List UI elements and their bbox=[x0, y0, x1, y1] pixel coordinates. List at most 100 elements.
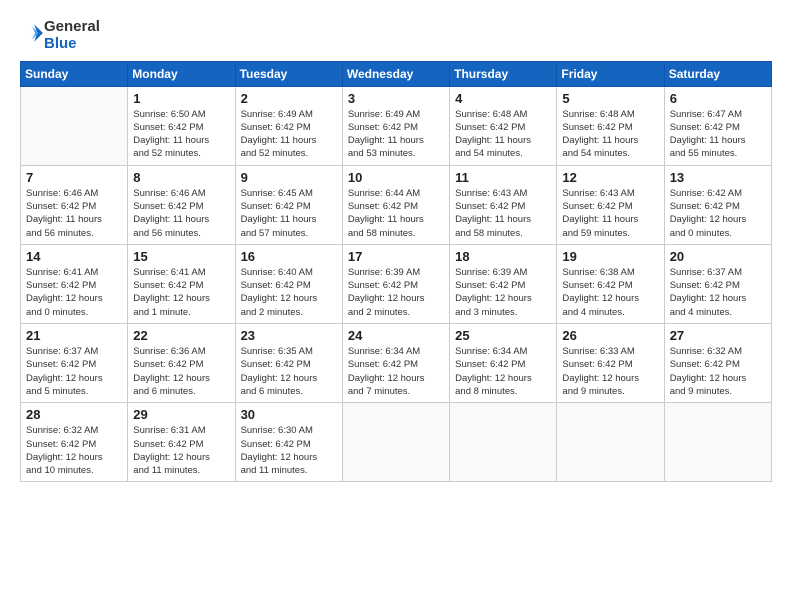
day-number: 3 bbox=[348, 91, 444, 106]
calendar-cell: 7 Sunrise: 6:46 AM Sunset: 6:42 PM Daylig… bbox=[21, 165, 128, 244]
calendar-cell: 11Sunrise: 6:43 AM Sunset: 6:42 PM Dayli… bbox=[450, 165, 557, 244]
day-number: 14 bbox=[26, 249, 122, 264]
calendar-cell: 4 Sunrise: 6:48 AM Sunset: 6:42 PM Daylig… bbox=[450, 86, 557, 165]
day-info: Sunrise: 6:30 AM Sunset: 6:42 PM Dayligh… bbox=[241, 424, 337, 477]
day-number: 19 bbox=[562, 249, 658, 264]
calendar-header-tuesday: Tuesday bbox=[235, 61, 342, 86]
day-number: 15 bbox=[133, 249, 229, 264]
day-number: 26 bbox=[562, 328, 658, 343]
day-info: Sunrise: 6:47 AM Sunset: 6:42 PM Dayligh… bbox=[670, 108, 766, 161]
day-number: 25 bbox=[455, 328, 551, 343]
day-info: Sunrise: 6:38 AM Sunset: 6:42 PM Dayligh… bbox=[562, 266, 658, 319]
day-info: Sunrise: 6:41 AM Sunset: 6:42 PM Dayligh… bbox=[133, 266, 229, 319]
calendar-header-saturday: Saturday bbox=[664, 61, 771, 86]
day-info: Sunrise: 6:37 AM Sunset: 6:42 PM Dayligh… bbox=[670, 266, 766, 319]
calendar-cell: 16 Sunrise: 6:40 AM Sunset: 6:42 PM Dayli… bbox=[235, 244, 342, 323]
day-number: 18 bbox=[455, 249, 551, 264]
day-info: Sunrise: 6:33 AM Sunset: 6:42 PM Dayligh… bbox=[562, 345, 658, 398]
day-number: 5 bbox=[562, 91, 658, 106]
calendar-cell: 10 Sunrise: 6:44 AM Sunset: 6:42 PM Dayli… bbox=[342, 165, 449, 244]
calendar-cell: 24 Sunrise: 6:34 AM Sunset: 6:42 PM Dayli… bbox=[342, 324, 449, 403]
calendar-cell: 17 Sunrise: 6:39 AM Sunset: 6:42 PM Dayli… bbox=[342, 244, 449, 323]
calendar-week-3: 14 Sunrise: 6:41 AM Sunset: 6:42 PM Dayli… bbox=[21, 244, 772, 323]
day-info: Sunrise: 6:50 AM Sunset: 6:42 PM Dayligh… bbox=[133, 108, 229, 161]
day-info: Sunrise: 6:46 AM Sunset: 6:42 PM Dayligh… bbox=[133, 187, 229, 240]
header: General Blue bbox=[20, 18, 772, 53]
day-number: 6 bbox=[670, 91, 766, 106]
day-number: 20 bbox=[670, 249, 766, 264]
calendar-cell: 23 Sunrise: 6:35 AM Sunset: 6:42 PM Dayli… bbox=[235, 324, 342, 403]
day-number: 23 bbox=[241, 328, 337, 343]
calendar-cell: 30 Sunrise: 6:30 AM Sunset: 6:42 PM Dayli… bbox=[235, 403, 342, 482]
calendar-week-5: 28 Sunrise: 6:32 AM Sunset: 6:42 PM Dayli… bbox=[21, 403, 772, 482]
calendar-cell: 14 Sunrise: 6:41 AM Sunset: 6:42 PM Dayli… bbox=[21, 244, 128, 323]
calendar-cell: 19 Sunrise: 6:38 AM Sunset: 6:42 PM Dayli… bbox=[557, 244, 664, 323]
day-number: 2 bbox=[241, 91, 337, 106]
day-number: 7 bbox=[26, 170, 122, 185]
page: General Blue SundayMondayTuesdayWednesda… bbox=[0, 0, 792, 612]
day-info: Sunrise: 6:48 AM Sunset: 6:42 PM Dayligh… bbox=[455, 108, 551, 161]
calendar-cell: 6 Sunrise: 6:47 AM Sunset: 6:42 PM Daylig… bbox=[664, 86, 771, 165]
day-number: 30 bbox=[241, 407, 337, 422]
calendar-header-wednesday: Wednesday bbox=[342, 61, 449, 86]
calendar-cell: 1Sunrise: 6:50 AM Sunset: 6:42 PM Daylig… bbox=[128, 86, 235, 165]
day-number: 13 bbox=[670, 170, 766, 185]
calendar-cell bbox=[450, 403, 557, 482]
calendar-header-sunday: Sunday bbox=[21, 61, 128, 86]
day-info: Sunrise: 6:46 AM Sunset: 6:42 PM Dayligh… bbox=[26, 187, 122, 240]
day-number: 12 bbox=[562, 170, 658, 185]
day-info: Sunrise: 6:44 AM Sunset: 6:42 PM Dayligh… bbox=[348, 187, 444, 240]
day-number: 28 bbox=[26, 407, 122, 422]
calendar-cell bbox=[342, 403, 449, 482]
calendar-cell: 8 Sunrise: 6:46 AM Sunset: 6:42 PM Daylig… bbox=[128, 165, 235, 244]
day-number: 24 bbox=[348, 328, 444, 343]
day-info: Sunrise: 6:41 AM Sunset: 6:42 PM Dayligh… bbox=[26, 266, 122, 319]
day-number: 4 bbox=[455, 91, 551, 106]
logo-line2: Blue bbox=[44, 35, 100, 52]
day-number: 8 bbox=[133, 170, 229, 185]
day-number: 11 bbox=[455, 170, 551, 185]
calendar-week-1: 1Sunrise: 6:50 AM Sunset: 6:42 PM Daylig… bbox=[21, 86, 772, 165]
calendar-cell: 20 Sunrise: 6:37 AM Sunset: 6:42 PM Dayli… bbox=[664, 244, 771, 323]
calendar-cell bbox=[664, 403, 771, 482]
calendar-header-row: SundayMondayTuesdayWednesdayThursdayFrid… bbox=[21, 61, 772, 86]
day-info: Sunrise: 6:43 AM Sunset: 6:42 PM Dayligh… bbox=[562, 187, 658, 240]
day-number: 10 bbox=[348, 170, 444, 185]
calendar-week-2: 7 Sunrise: 6:46 AM Sunset: 6:42 PM Daylig… bbox=[21, 165, 772, 244]
day-info: Sunrise: 6:35 AM Sunset: 6:42 PM Dayligh… bbox=[241, 345, 337, 398]
calendar-cell bbox=[557, 403, 664, 482]
logo-line1: General bbox=[44, 18, 100, 35]
day-number: 17 bbox=[348, 249, 444, 264]
day-number: 22 bbox=[133, 328, 229, 343]
logo: General Blue bbox=[20, 18, 100, 53]
day-info: Sunrise: 6:48 AM Sunset: 6:42 PM Dayligh… bbox=[562, 108, 658, 161]
calendar-header-friday: Friday bbox=[557, 61, 664, 86]
day-info: Sunrise: 6:45 AM Sunset: 6:42 PM Dayligh… bbox=[241, 187, 337, 240]
calendar-cell: 18Sunrise: 6:39 AM Sunset: 6:42 PM Dayli… bbox=[450, 244, 557, 323]
calendar-cell: 9 Sunrise: 6:45 AM Sunset: 6:42 PM Daylig… bbox=[235, 165, 342, 244]
day-number: 29 bbox=[133, 407, 229, 422]
day-info: Sunrise: 6:39 AM Sunset: 6:42 PM Dayligh… bbox=[348, 266, 444, 319]
day-info: Sunrise: 6:31 AM Sunset: 6:42 PM Dayligh… bbox=[133, 424, 229, 477]
calendar-cell: 21Sunrise: 6:37 AM Sunset: 6:42 PM Dayli… bbox=[21, 324, 128, 403]
day-info: Sunrise: 6:32 AM Sunset: 6:42 PM Dayligh… bbox=[26, 424, 122, 477]
calendar-cell bbox=[21, 86, 128, 165]
calendar-cell: 29 Sunrise: 6:31 AM Sunset: 6:42 PM Dayli… bbox=[128, 403, 235, 482]
day-info: Sunrise: 6:40 AM Sunset: 6:42 PM Dayligh… bbox=[241, 266, 337, 319]
day-info: Sunrise: 6:42 AM Sunset: 6:42 PM Dayligh… bbox=[670, 187, 766, 240]
calendar-cell: 25Sunrise: 6:34 AM Sunset: 6:42 PM Dayli… bbox=[450, 324, 557, 403]
day-number: 9 bbox=[241, 170, 337, 185]
calendar-cell: 27Sunrise: 6:32 AM Sunset: 6:42 PM Dayli… bbox=[664, 324, 771, 403]
calendar-cell: 13 Sunrise: 6:42 AM Sunset: 6:42 PM Dayli… bbox=[664, 165, 771, 244]
day-info: Sunrise: 6:49 AM Sunset: 6:42 PM Dayligh… bbox=[241, 108, 337, 161]
calendar-cell: 5 Sunrise: 6:48 AM Sunset: 6:42 PM Daylig… bbox=[557, 86, 664, 165]
day-number: 16 bbox=[241, 249, 337, 264]
logo-icon bbox=[22, 22, 44, 44]
day-number: 21 bbox=[26, 328, 122, 343]
day-info: Sunrise: 6:34 AM Sunset: 6:42 PM Dayligh… bbox=[348, 345, 444, 398]
day-info: Sunrise: 6:36 AM Sunset: 6:42 PM Dayligh… bbox=[133, 345, 229, 398]
calendar-header-thursday: Thursday bbox=[450, 61, 557, 86]
calendar-table: SundayMondayTuesdayWednesdayThursdayFrid… bbox=[20, 61, 772, 483]
calendar-cell: 2 Sunrise: 6:49 AM Sunset: 6:42 PM Daylig… bbox=[235, 86, 342, 165]
calendar-cell: 26 Sunrise: 6:33 AM Sunset: 6:42 PM Dayli… bbox=[557, 324, 664, 403]
